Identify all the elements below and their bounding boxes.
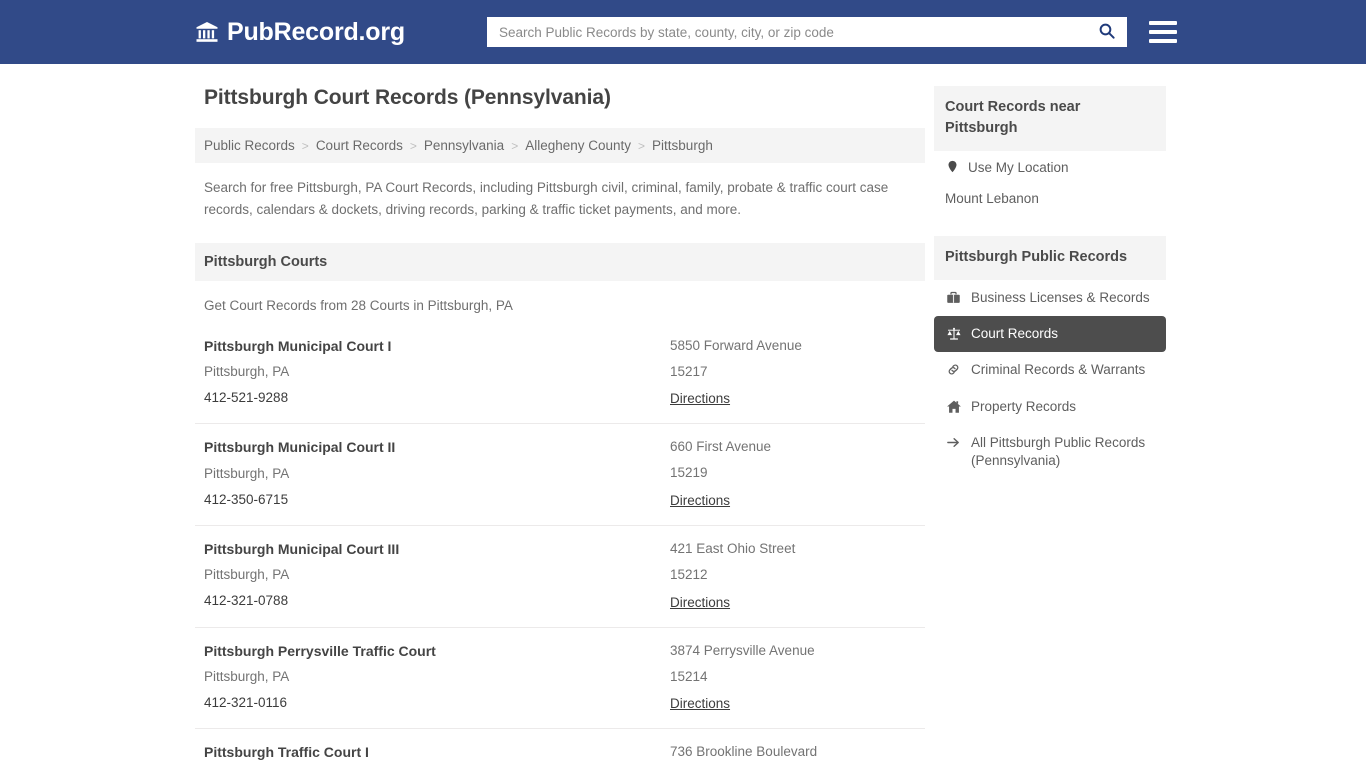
directions-link[interactable]: Directions xyxy=(670,696,730,712)
page-description: Search for free Pittsburgh, PA Court Rec… xyxy=(204,180,889,217)
court-phone[interactable]: 412-321-0788 xyxy=(204,593,670,609)
hamburger-bar xyxy=(1148,30,1177,34)
sidebar-item-business-licenses-records[interactable]: Business Licenses & Records xyxy=(934,280,1166,316)
breadcrumb: Public Records > Court Records > Pennsylvani… xyxy=(195,128,925,163)
court-listing-row: Pittsburgh Municipal Court II Pittsburgh,… xyxy=(195,424,925,527)
court-listing-row: Pittsburgh Perrysville Traffic Court Pitt… xyxy=(195,628,925,730)
sidebar-item-label: Property Records xyxy=(971,398,1077,414)
use-my-location-button[interactable]: Use My Location xyxy=(934,151,1166,183)
university-icon xyxy=(195,20,219,44)
court-zip-code: 15219 xyxy=(670,465,708,481)
main-content: Pittsburgh Court Records (Pennsylvania) … xyxy=(195,64,925,768)
search-icon xyxy=(1098,22,1116,43)
court-listing-left: Pittsburgh Perrysville Traffic Court Pitt… xyxy=(204,643,670,714)
sidebar-item-label: Criminal Records & Warrants xyxy=(971,362,1146,378)
sidebar-item-label: All Pittsburgh Public Records (Pennsylva… xyxy=(971,434,1146,469)
court-listing-right: 736 Brookline Boulevard15226Directions xyxy=(670,745,916,768)
court-phone[interactable]: 412-521-9288 xyxy=(204,390,670,406)
public-records-list: Business Licenses & Records Court Records… xyxy=(934,280,1166,479)
breadcrumb-item-pittsburgh[interactable]: Pittsburgh xyxy=(652,138,713,153)
court-listings: Pittsburgh Municipal Court I Pittsburgh, … xyxy=(195,323,925,768)
court-street-address: 736 Brookline Boulevard xyxy=(670,744,818,760)
search-input[interactable] xyxy=(486,17,1127,47)
map-pin-icon xyxy=(945,159,960,174)
search-submit-button[interactable] xyxy=(1091,17,1123,47)
court-phone[interactable]: 412-321-0116 xyxy=(204,695,670,711)
court-zip-code: 15217 xyxy=(670,363,708,379)
hamburger-bar xyxy=(1148,39,1177,43)
breadcrumb-separator: > xyxy=(511,138,519,153)
page-title: Pittsburgh Court Records (Pennsylvania) xyxy=(204,86,611,109)
court-name[interactable]: Pittsburgh Municipal Court I xyxy=(204,338,670,354)
site-header: PubRecord.org xyxy=(0,0,1366,64)
court-city: Pittsburgh, PA xyxy=(204,669,290,685)
sidebar-item-all-pittsburgh-public-records-pennsylvania[interactable]: All Pittsburgh Public Records (Pennsylva… xyxy=(934,425,1166,479)
breadcrumb-item-court-records[interactable]: Court Records xyxy=(316,138,403,153)
court-listing-row: Pittsburgh Traffic Court IPittsburgh, PA… xyxy=(195,729,925,768)
page-body: Pittsburgh Court Records (Pennsylvania) … xyxy=(0,64,1366,768)
sidebar-item-court-records[interactable]: Court Records xyxy=(934,316,1166,353)
court-city: Pittsburgh, PA xyxy=(204,465,290,481)
sidebar-item-label: Business Licenses & Records xyxy=(971,290,1150,306)
court-listing-left: Pittsburgh Municipal Court II Pittsburgh,… xyxy=(204,440,670,510)
search-container xyxy=(486,17,1127,47)
court-city: Pittsburgh, PA xyxy=(204,567,290,583)
court-zip-code: 15212 xyxy=(670,566,708,582)
sidebar-item-criminal-records-warrants[interactable]: Criminal Records & Warrants xyxy=(934,352,1166,388)
breadcrumb-separator: > xyxy=(638,138,646,153)
sidebar-item-label: Court Records xyxy=(971,326,1059,342)
court-listing-row: Pittsburgh Municipal Court III Pittsburgh… xyxy=(195,526,925,628)
court-zip-code: 15214 xyxy=(670,668,708,684)
briefcase-icon xyxy=(945,290,962,305)
court-street-address: 5850 Forward Avenue xyxy=(670,337,802,353)
nearby-places-list: Mount Lebanon xyxy=(934,183,1166,214)
home-icon xyxy=(945,399,962,415)
court-street-address: 3874 Perrysville Avenue xyxy=(670,642,815,658)
directions-link[interactable]: Directions xyxy=(670,493,730,508)
court-name[interactable]: Pittsburgh Traffic Court I xyxy=(204,745,670,761)
court-listing-left: Pittsburgh Municipal Court I Pittsburgh, … xyxy=(204,338,670,409)
court-listing-left: Pittsburgh Traffic Court IPittsburgh, PA… xyxy=(204,745,670,768)
hamburger-bar xyxy=(1148,21,1177,25)
breadcrumb-item-allegheny-county[interactable]: Allegheny County xyxy=(525,138,631,153)
breadcrumb-separator: > xyxy=(301,138,309,153)
court-listing-right: 421 East Ohio Street 15212 Directions xyxy=(670,541,916,612)
brand-logo[interactable]: PubRecord.org xyxy=(195,18,405,47)
court-street-address: 660 First Avenue xyxy=(670,439,772,455)
nearby-place-mount-lebanon[interactable]: Mount Lebanon xyxy=(934,183,1166,214)
link-chain-icon xyxy=(945,362,962,377)
brand-name: PubRecord.org xyxy=(227,17,405,46)
court-name[interactable]: Pittsburgh Municipal Court II xyxy=(204,440,670,456)
arrow-right-icon xyxy=(945,435,962,450)
court-listing-row: Pittsburgh Municipal Court I Pittsburgh, … xyxy=(195,323,925,425)
court-city: Pittsburgh, PA xyxy=(204,364,290,380)
section-header-pittsburgh-courts: Pittsburgh Courts xyxy=(195,242,925,281)
breadcrumb-separator: > xyxy=(409,138,417,153)
sidebar-records-section: Pittsburgh Public Records Business Licen… xyxy=(934,236,1166,479)
court-listing-right: 5850 Forward Avenue 15217 Directions xyxy=(670,337,916,409)
breadcrumb-item-pennsylvania[interactable]: Pennsylvania xyxy=(424,138,504,153)
breadcrumb-item-public-records[interactable]: Public Records xyxy=(204,138,295,153)
court-name[interactable]: Pittsburgh Municipal Court III xyxy=(204,541,670,557)
court-street-address: 421 East Ohio Street xyxy=(670,541,796,557)
directions-link[interactable]: Directions xyxy=(670,391,730,406)
court-listing-left: Pittsburgh Municipal Court III Pittsburgh… xyxy=(204,541,670,612)
sidebar-header-nearby: Court Records near Pittsburgh xyxy=(934,86,1166,152)
sidebar: Court Records near Pittsburgh Use My Loc… xyxy=(934,64,1166,768)
hamburger-menu-icon[interactable] xyxy=(1148,19,1177,45)
sidebar-item-property-records[interactable]: Property Records xyxy=(934,389,1166,425)
header-inner: PubRecord.org xyxy=(0,17,1366,47)
balance-scale-icon xyxy=(945,326,962,342)
court-phone[interactable]: 412-350-6715 xyxy=(204,492,670,508)
section-subtitle: Get Court Records from 28 Courts in Pitt… xyxy=(204,297,513,313)
use-my-location-label: Use My Location xyxy=(968,160,1069,176)
directions-link[interactable]: Directions xyxy=(670,595,730,610)
sidebar-header-public-records: Pittsburgh Public Records xyxy=(934,236,1166,281)
court-listing-right: 3874 Perrysville Avenue 15214 Directions xyxy=(670,642,916,714)
court-listing-right: 660 First Avenue 15219 Directions xyxy=(670,440,916,510)
court-name[interactable]: Pittsburgh Perrysville Traffic Court xyxy=(204,643,670,659)
